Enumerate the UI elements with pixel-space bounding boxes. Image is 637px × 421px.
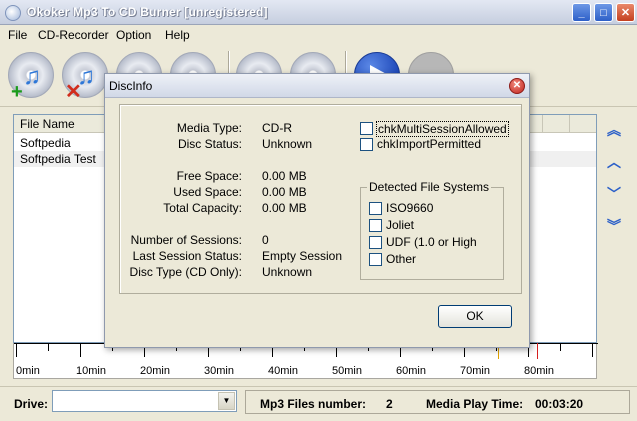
ruler-tick [48, 343, 49, 351]
total-capacity-value: 0.00 MB [262, 201, 307, 215]
import-permitted-checkbox[interactable] [360, 138, 373, 151]
last-session-label: Last Session Status: [132, 249, 242, 263]
ruler-tick [16, 343, 17, 357]
media-time-label: Media Play Time: [426, 397, 524, 411]
disc-status-value: Unknown [262, 137, 313, 151]
multisession-label[interactable]: chkMultiSessionAllowed [376, 121, 509, 137]
disc-status-label: Disc Status: [177, 137, 242, 151]
ruler-label: 0min [16, 365, 40, 377]
minimize-button[interactable]: _ [572, 3, 591, 22]
dialog-close-icon[interactable]: ✕ [509, 78, 525, 94]
chevron-down-icon[interactable]: ▼ [218, 392, 235, 410]
mp3-files-label: Mp3 Files number: [260, 397, 367, 411]
udf-checkbox[interactable] [369, 236, 382, 249]
free-space-value: 0.00 MB [262, 169, 307, 183]
remove-icon: ✕ [65, 81, 82, 103]
disc-info-group: Media Type: CD-R Disc Status: Unknown Fr… [119, 104, 522, 294]
ruler-label: 70min [460, 365, 490, 377]
joliet-checkbox[interactable] [369, 219, 382, 232]
move-top-icon[interactable]: ︽ [604, 120, 624, 140]
status-panel: Mp3 Files number: 2 Media Play Time: 00:… [245, 390, 630, 414]
menu-help[interactable]: Help [165, 28, 190, 42]
media-type-value: CD-R [262, 121, 292, 135]
iso9660-label: ISO9660 [386, 201, 434, 215]
file-systems-group: Detected File Systems ISO9660 Joliet UDF… [360, 180, 504, 280]
app-icon [5, 5, 21, 21]
disc-type-value: Unknown [262, 265, 313, 279]
ruler-label: 10min [76, 365, 106, 377]
import-permitted-label[interactable]: chkImportPermitted [377, 137, 481, 151]
used-space-label: Used Space: [173, 185, 242, 199]
menu-cd-recorder[interactable]: CD-Recorder [38, 28, 109, 42]
capacity-marker-limit [537, 343, 538, 359]
iso9660-checkbox[interactable] [369, 202, 382, 215]
ruler-label: 50min [332, 365, 362, 377]
used-space-value: 0.00 MB [262, 185, 307, 199]
total-capacity-label: Total Capacity: [163, 201, 242, 215]
close-button[interactable]: ✕ [616, 3, 635, 22]
media-type-label: Media Type: [176, 121, 242, 135]
remove-files-button[interactable]: ♫ ✕ [62, 52, 108, 103]
window-title: Okoker Mp3 To CD Burner [unregistered] [27, 5, 268, 19]
ruler-label: 40min [268, 365, 298, 377]
mp3-files-count: 2 [386, 397, 393, 411]
dialog-title: DiscInfo [109, 79, 153, 93]
last-session-value: Empty Session [262, 249, 343, 263]
title-bar: Okoker Mp3 To CD Burner [unregistered] _… [0, 0, 637, 25]
dialog-title-bar: DiscInfo ✕ [105, 74, 529, 98]
sessions-label: Number of Sessions: [130, 233, 242, 247]
discinfo-dialog: DiscInfo ✕ Media Type: CD-R Disc Status:… [104, 73, 530, 348]
maximize-button[interactable]: □ [594, 3, 613, 22]
ruler-label: 30min [204, 365, 234, 377]
add-files-button[interactable]: ♫ + [8, 52, 54, 103]
move-down-icon[interactable]: ﹀ [604, 184, 624, 204]
column-divider [542, 115, 543, 133]
sessions-value: 0 [262, 233, 269, 247]
ruler-tick [560, 343, 561, 351]
joliet-label: Joliet [386, 218, 415, 232]
other-fs-label: Other [386, 252, 417, 266]
disc-type-label: Disc Type (CD Only): [129, 265, 242, 279]
ruler-label: 20min [140, 365, 170, 377]
menu-bar: File CD-Recorder Option Help [0, 25, 637, 45]
menu-option[interactable]: Option [116, 28, 151, 42]
plus-icon: + [11, 81, 23, 103]
file-systems-legend: Detected File Systems [367, 180, 492, 194]
status-bar: Drive: ▼ Mp3 Files number: 2 Media Play … [0, 386, 637, 421]
move-bottom-icon[interactable]: ︾ [604, 216, 624, 236]
music-note-icon: ♫ [23, 63, 41, 90]
drive-select[interactable]: ▼ [52, 390, 237, 412]
ok-button[interactable]: OK [438, 305, 512, 328]
other-fs-checkbox[interactable] [369, 253, 382, 266]
menu-file[interactable]: File [8, 28, 27, 42]
ruler-tick [80, 343, 81, 357]
udf-label: UDF (1.0 or High [386, 235, 477, 249]
column-divider [569, 115, 570, 133]
media-time-value: 00:03:20 [535, 397, 584, 411]
capacity-ruler: 0min 10min 20min 30min 40min 50min 60min… [13, 343, 598, 379]
ruler-label: 80min [524, 365, 554, 377]
multisession-checkbox[interactable] [360, 122, 373, 135]
column-file-name[interactable]: File Name [20, 117, 75, 131]
ruler-tick [592, 343, 593, 357]
drive-label: Drive: [14, 397, 49, 411]
ruler-label: 60min [396, 365, 426, 377]
free-space-label: Free Space: [176, 169, 242, 183]
move-up-icon[interactable]: ︿ [604, 152, 624, 172]
